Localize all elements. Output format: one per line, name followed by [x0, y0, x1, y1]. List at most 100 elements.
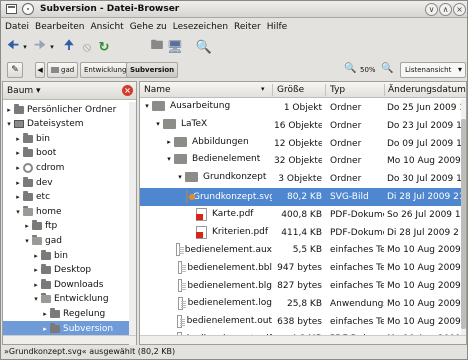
- column-name[interactable]: Name: [144, 85, 171, 95]
- menu-reiter[interactable]: Reiter: [234, 19, 266, 35]
- file-list-scrollbar[interactable]: [461, 99, 466, 337]
- expander-closed-icon[interactable]: ▸: [5, 106, 13, 114]
- maximize-icon[interactable]: ∧: [439, 3, 452, 16]
- expander-closed-icon[interactable]: ▸: [164, 138, 174, 146]
- expander-open-icon[interactable]: ▾: [5, 120, 13, 128]
- column-date[interactable]: Änderungsdatum: [388, 85, 466, 95]
- expander-open-icon[interactable]: ▾: [32, 295, 40, 303]
- sidebar-item[interactable]: ▸ Regelung: [3, 306, 129, 321]
- file-row[interactable]: bedienelement.aux 5,5 KB einfaches TextdMo…: [140, 241, 462, 259]
- expander-open-icon[interactable]: ▾: [153, 120, 163, 128]
- expander-open-icon[interactable]: ▾: [164, 155, 174, 163]
- column-size[interactable]: Größe: [277, 85, 304, 95]
- file-row[interactable]: bedienelement.log 25,8 KB AnwendungsprotMo…: [140, 295, 462, 313]
- expander-closed-icon[interactable]: ▸: [32, 281, 40, 289]
- file-row[interactable]: ▾ Grundkonzept 3 Objekte Ordner Do 30 Jul 20…: [140, 170, 462, 188]
- file-name: bedienelement.blg: [187, 280, 272, 291]
- sidebar-title-dropdown[interactable]: Baum ▾: [7, 86, 41, 96]
- expander-closed-icon[interactable]: ▸: [32, 266, 40, 274]
- sidebar-item[interactable]: ▸ bin: [3, 131, 129, 146]
- crumb-entwicklung[interactable]: Entwicklung: [80, 62, 131, 78]
- home-icon[interactable]: 🖿: [149, 38, 165, 55]
- expander-closed-icon[interactable]: ▸: [23, 222, 31, 230]
- column-separator[interactable]: [325, 84, 326, 96]
- sidebar-item[interactable]: ▾ Dateisystem: [3, 117, 129, 132]
- file-list-hscrollbar[interactable]: [140, 335, 466, 344]
- sidebar-item-label: bin: [36, 133, 50, 144]
- expander-closed-icon[interactable]: ▸: [14, 179, 22, 187]
- sidebar-item[interactable]: ▸ etc: [3, 190, 129, 205]
- sidebar-item[interactable]: ▸ Subversion: [3, 321, 129, 336]
- stop-icon[interactable]: ⦸: [79, 39, 95, 55]
- expander-closed-icon[interactable]: ▸: [14, 135, 22, 143]
- sidebar-hscrollbar[interactable]: [3, 335, 136, 344]
- expander-open-icon[interactable]: ▾: [142, 102, 152, 110]
- view-mode-select[interactable]: Listenansicht: [400, 62, 466, 78]
- expander-closed-icon[interactable]: ▸: [14, 149, 22, 157]
- zoom-level[interactable]: 50%: [360, 66, 376, 74]
- crumb-subversion[interactable]: Subversion: [126, 62, 179, 78]
- file-row[interactable]: ▾ Ausarbeitung 1 Objekt Ordner Do 25 Jun 200…: [140, 99, 462, 117]
- expander-open-icon[interactable]: ▾: [23, 237, 31, 245]
- file-row[interactable]: ▾ Bedienelement 32 Objekte Ordner Mo 10 Aug …: [140, 152, 462, 170]
- zoom-in-icon[interactable]: 🔍: [381, 63, 393, 74]
- sidebar-item[interactable]: ▾ Entwicklung: [3, 292, 129, 307]
- menu-gehe-zu[interactable]: Gehe zu: [130, 19, 172, 35]
- expander-closed-icon[interactable]: ▸: [41, 310, 49, 318]
- expander-closed-icon[interactable]: ▸: [32, 252, 40, 260]
- sidebar-scrollbar[interactable]: [129, 102, 136, 345]
- back-icon[interactable]: 🠈: [5, 38, 21, 55]
- sidebar-item[interactable]: ▾ gad: [3, 233, 129, 248]
- sidebar-item[interactable]: ▸ dev: [3, 175, 129, 190]
- forward-icon[interactable]: 🠊: [32, 38, 48, 55]
- scroll-thumb[interactable]: [461, 119, 466, 329]
- menu-hilfe[interactable]: Hilfe: [267, 19, 292, 35]
- window-pin-icon[interactable]: [22, 3, 34, 15]
- sidebar-item[interactable]: ▸ Downloads: [3, 277, 129, 292]
- menu-datei[interactable]: Datei: [5, 19, 34, 35]
- sidebar-item[interactable]: ▸ Persönlicher Ordner: [3, 102, 129, 117]
- file-row[interactable]: bedienelement.bbl 947 bytes einfaches Text…: [140, 259, 462, 277]
- column-separator[interactable]: [272, 84, 273, 96]
- file-row[interactable]: Kriterien.pdf 411,4 KB PDF-DokumentDi 28 J…: [140, 224, 462, 242]
- sidebar-item[interactable]: ▾ home: [3, 204, 129, 219]
- column-type[interactable]: Typ: [330, 85, 345, 95]
- file-row[interactable]: Grundkonzept.svg 80,2 KB SVG-Bild Di 28 Jul…: [140, 188, 462, 206]
- file-row[interactable]: bedienelement.out 638 bytes einfaches Text…: [140, 313, 462, 331]
- sidebar-item[interactable]: ▸ cdrom: [3, 160, 129, 175]
- sidebar-item[interactable]: ▸ bin: [3, 248, 129, 263]
- up-icon[interactable]: 🠉: [61, 38, 77, 55]
- expander-closed-icon[interactable]: ▸: [41, 325, 49, 333]
- menu-lesezeichen[interactable]: Lesezeichen: [173, 19, 233, 35]
- menu-ansicht[interactable]: Ansicht: [90, 19, 128, 35]
- sidebar-close-icon[interactable]: ×: [122, 85, 133, 96]
- crumb-gad[interactable]: gad: [47, 62, 79, 78]
- edit-location-icon[interactable]: ✎: [7, 62, 23, 78]
- folder-icon: [32, 220, 42, 231]
- column-separator[interactable]: [384, 84, 385, 96]
- back-history-icon[interactable]: ▾: [21, 39, 29, 55]
- title-bar[interactable]: Subversion - Datei-Browser ∨ ∧ ×: [1, 1, 467, 18]
- expander-open-icon[interactable]: ▾: [175, 173, 185, 181]
- expander-closed-icon[interactable]: ▸: [14, 193, 22, 201]
- sidebar-item[interactable]: ▸ ftp: [3, 219, 129, 234]
- window-menu-icon[interactable]: [6, 4, 17, 14]
- file-row[interactable]: ▸ Abbildungen 12 Objekte Ordner Do 09 Jul 20…: [140, 135, 462, 153]
- menu-bearbeiten[interactable]: Bearbeiten: [35, 19, 89, 35]
- file-row[interactable]: bedienelement.blg 827 bytes einfaches Text…: [140, 277, 462, 295]
- reload-icon[interactable]: ↻: [96, 39, 112, 55]
- sidebar-item[interactable]: ▸ Desktop: [3, 263, 129, 278]
- expander-closed-icon[interactable]: ▸: [14, 164, 22, 172]
- sidebar-header[interactable]: Baum ▾ ×: [3, 82, 136, 100]
- sidebar-item[interactable]: ▸ boot: [3, 146, 129, 161]
- computer-icon[interactable]: 🖥: [167, 39, 184, 55]
- search-icon[interactable]: 🔍: [196, 39, 212, 55]
- expander-open-icon[interactable]: ▾: [14, 208, 22, 216]
- file-row[interactable]: ▾ LaTeX 16 Objekte Ordner Do 23 Jul 2009 1: [140, 117, 462, 135]
- zoom-out-icon[interactable]: 🔍: [344, 63, 356, 74]
- crumb-left-icon[interactable]: ◀: [35, 62, 45, 78]
- forward-history-icon[interactable]: ▾: [48, 39, 56, 55]
- file-row[interactable]: Karte.pdf 400,8 KB PDF-DokumentSo 26 Jul 2…: [140, 206, 462, 224]
- close-icon[interactable]: ×: [453, 3, 466, 16]
- minimize-icon[interactable]: ∨: [425, 3, 438, 16]
